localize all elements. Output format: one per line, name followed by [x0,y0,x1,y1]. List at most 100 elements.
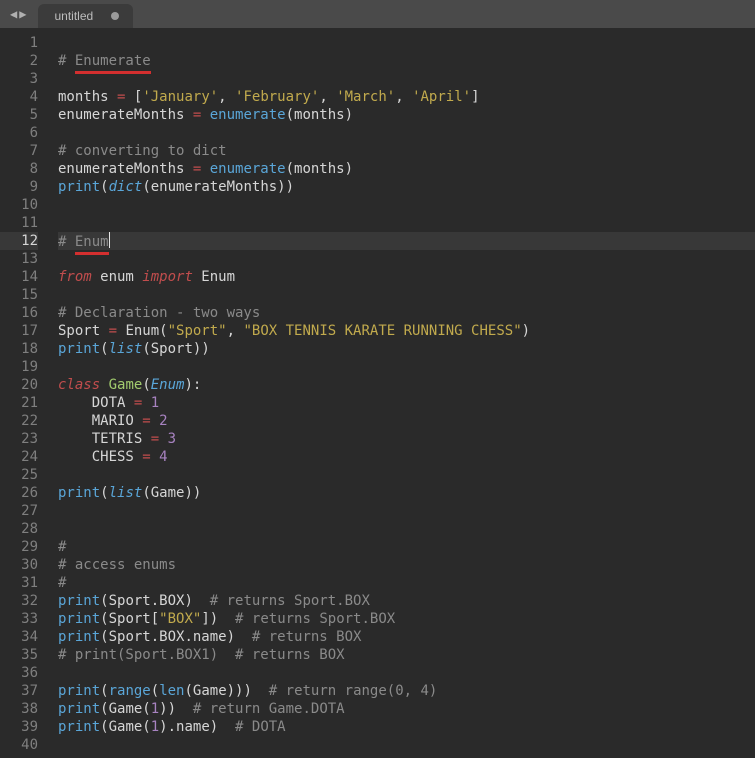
code-token: ( [151,683,159,699]
code-line[interactable]: print(list(Sport)) [58,340,755,358]
code-line[interactable]: DOTA = 1 [58,394,755,412]
line-number[interactable]: 13 [0,250,38,268]
code-token: ): [184,377,201,393]
nav-left-icon[interactable]: ◀ [10,7,17,21]
code-line[interactable]: # access enums [58,556,755,574]
code-line[interactable] [58,664,755,682]
code-line[interactable]: Sport = Enum("Sport", "BOX TENNIS KARATE… [58,322,755,340]
code-line[interactable]: # [58,538,755,556]
code-line[interactable] [58,196,755,214]
line-number[interactable]: 25 [0,466,38,484]
code-line[interactable]: class Game(Enum): [58,376,755,394]
code-token: print [58,701,100,717]
line-number[interactable]: 32 [0,592,38,610]
tab-untitled[interactable]: untitled [38,4,133,28]
code-line[interactable] [58,520,755,538]
code-token: ( [100,683,108,699]
code-line[interactable]: print(Sport.BOX) # returns Sport.BOX [58,592,755,610]
code-token [142,395,150,411]
line-number[interactable]: 34 [0,628,38,646]
code-line[interactable] [58,124,755,142]
code-line[interactable]: # print(Sport.BOX1) # returns BOX [58,646,755,664]
code-line[interactable] [58,34,755,52]
line-number[interactable]: 27 [0,502,38,520]
line-number[interactable]: 37 [0,682,38,700]
code-token: (Sport.BOX) [100,593,210,609]
line-number[interactable]: 7 [0,142,38,160]
code-line[interactable]: # Declaration - two ways [58,304,755,322]
nav-right-icon[interactable]: ▶ [19,7,26,21]
code-token: print [58,179,100,195]
line-number[interactable]: 30 [0,556,38,574]
code-line[interactable]: print(Sport["BOX"]) # returns Sport.BOX [58,610,755,628]
line-number[interactable]: 17 [0,322,38,340]
code-line[interactable] [58,466,755,484]
line-number[interactable]: 29 [0,538,38,556]
line-number[interactable]: 3 [0,70,38,88]
line-number[interactable]: 19 [0,358,38,376]
line-number[interactable]: 6 [0,124,38,142]
line-number[interactable]: 5 [0,106,38,124]
code-line[interactable]: print(list(Game)) [58,484,755,502]
line-number[interactable]: 15 [0,286,38,304]
line-number[interactable]: 35 [0,646,38,664]
code-line[interactable]: # Enum [58,232,755,250]
line-number[interactable]: 38 [0,700,38,718]
code-token: , [227,323,244,339]
code-token: ( [100,485,108,501]
line-number[interactable]: 9 [0,178,38,196]
line-number[interactable]: 22 [0,412,38,430]
code-line[interactable]: print(Game(1).name) # DOTA [58,718,755,736]
line-number[interactable]: 40 [0,736,38,754]
code-line[interactable]: CHESS = 4 [58,448,755,466]
code-line[interactable]: enumerateMonths = enumerate(months) [58,106,755,124]
line-number[interactable]: 16 [0,304,38,322]
code-token: 4 [159,449,167,465]
line-number[interactable]: 20 [0,376,38,394]
code-token: (months) [286,107,353,123]
code-line[interactable] [58,70,755,88]
code-line[interactable] [58,286,755,304]
line-number[interactable]: 10 [0,196,38,214]
code-line[interactable]: from enum import Enum [58,268,755,286]
line-number[interactable]: 18 [0,340,38,358]
line-number[interactable]: 39 [0,718,38,736]
tab-title: untitled [54,9,93,23]
code-line[interactable]: months = ['January', 'February', 'March'… [58,88,755,106]
code-token: # [58,575,66,591]
code-area[interactable]: # Enumerate months = ['January', 'Februar… [48,28,755,758]
code-line[interactable]: print(Sport.BOX.name) # returns BOX [58,628,755,646]
line-number[interactable]: 23 [0,430,38,448]
line-number[interactable]: 8 [0,160,38,178]
code-token: # print(Sport.BOX1) # returns BOX [58,647,345,663]
code-line[interactable] [58,502,755,520]
code-line[interactable]: print(Game(1)) # return Game.DOTA [58,700,755,718]
line-number[interactable]: 2 [0,52,38,70]
code-line[interactable]: # Enumerate [58,52,755,70]
code-line[interactable]: # [58,574,755,592]
code-token: enumerateMonths [58,161,193,177]
code-line[interactable] [58,736,755,754]
line-number[interactable]: 21 [0,394,38,412]
line-number[interactable]: 11 [0,214,38,232]
code-line[interactable]: print(dict(enumerateMonths)) [58,178,755,196]
line-number[interactable]: 28 [0,520,38,538]
line-number[interactable]: 24 [0,448,38,466]
code-line[interactable]: enumerateMonths = enumerate(months) [58,160,755,178]
line-number[interactable]: 26 [0,484,38,502]
code-line[interactable]: TETRIS = 3 [58,430,755,448]
line-number[interactable]: 36 [0,664,38,682]
line-number[interactable]: 33 [0,610,38,628]
line-number[interactable]: 31 [0,574,38,592]
line-number[interactable]: 14 [0,268,38,286]
line-number[interactable]: 1 [0,34,38,52]
code-line[interactable] [58,250,755,268]
code-token: enum [92,269,143,285]
code-line[interactable] [58,214,755,232]
code-line[interactable]: MARIO = 2 [58,412,755,430]
code-line[interactable]: # converting to dict [58,142,755,160]
code-line[interactable] [58,358,755,376]
code-line[interactable]: print(range(len(Game))) # return range(0… [58,682,755,700]
line-number[interactable]: 4 [0,88,38,106]
line-number[interactable]: 12 [0,232,38,250]
